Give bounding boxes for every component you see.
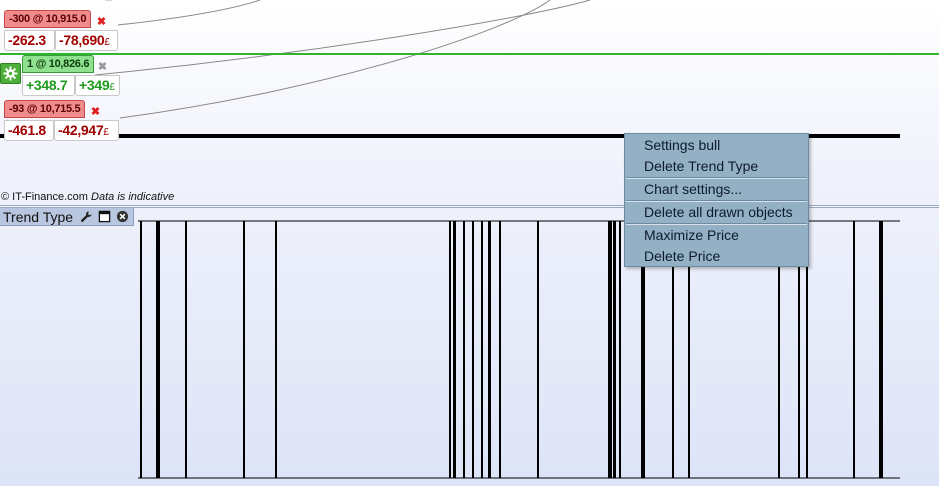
position-tag[interactable]: 1 @ 10,826.6 [22,55,95,73]
trend-event-bar [185,221,187,478]
trend-event-bar [463,221,465,478]
menu-separator [626,223,807,225]
position-tag[interactable]: -93 @ 10,715.5 [4,100,86,118]
window-icon[interactable] [97,210,111,224]
trend-event-bar [140,221,142,478]
trend-event-bar [481,221,483,478]
trend-event-bar [472,221,474,478]
menu-item-maximize-price[interactable]: Maximize Price [644,226,739,244]
pnl-value: -42,947 [58,122,104,138]
copyright-text: © IT-Finance.com [1,191,88,203]
position-points: +348.7 [22,75,75,96]
pnl-value: +349 [79,77,110,93]
data-source-note: © IT-Finance.com Data is indicative [1,191,174,203]
currency-symbol: £ [103,127,109,138]
trend-event-bar [156,221,160,478]
menu-item-delete-price[interactable]: Delete Price [644,247,720,265]
order-link-curve [119,0,551,119]
position-points: -262.3 [4,30,55,51]
current-price-line [0,53,939,55]
currency-symbol: £ [109,82,115,93]
order-link-curve [94,0,591,76]
order-settings-button[interactable] [0,63,21,84]
menu-item-delete-all-drawn-objects[interactable]: Delete all drawn objects [644,203,793,221]
close-x-icon[interactable]: ✖ [97,62,108,73]
gear-icon [3,66,18,81]
trend-event-bar [879,221,883,478]
close-x-icon[interactable]: ✖ [96,17,107,28]
pnl-value: -78,690 [59,32,105,48]
trend-event-bar [619,221,621,478]
trend-event-bar [449,221,451,478]
indicator-title-tab: Trend Type [0,208,134,226]
trend-event-bar [488,221,491,478]
currency-symbol: £ [104,37,110,48]
trend-event-bar [608,221,612,478]
chart-context-menu: Settings bull Delete Trend Type Chart se… [624,133,809,267]
wrench-icon[interactable] [79,210,93,224]
trend-event-bar [243,221,245,478]
trend-event-bar [499,221,501,478]
close-x-icon[interactable]: ✖ [90,107,101,118]
trend-event-bar [537,221,539,478]
indicative-note: Data is indicative [91,191,175,203]
menu-item-settings-bull[interactable]: Settings bull [644,136,720,154]
close-circle-icon[interactable] [115,210,129,224]
position-pnl: -42,947£ [54,120,119,141]
position-pnl: -78,690£ [55,30,118,51]
position-points: -461.8 [4,120,54,141]
position-pnl: +349£ [75,75,120,96]
trend-event-bar [275,221,277,478]
menu-separator [626,177,807,179]
menu-item-delete-trend-type[interactable]: Delete Trend Type [644,157,758,175]
trend-event-bar [853,221,855,478]
trend-event-bar [613,221,616,478]
menu-separator [626,200,807,202]
order-link-curve [117,0,261,26]
position-tag[interactable]: -300 @ 10,915.0 [4,10,92,28]
indicator-title: Trend Type [3,208,74,225]
menu-item-chart-settings[interactable]: Chart settings... [644,180,742,198]
trend-event-bar [453,221,456,478]
